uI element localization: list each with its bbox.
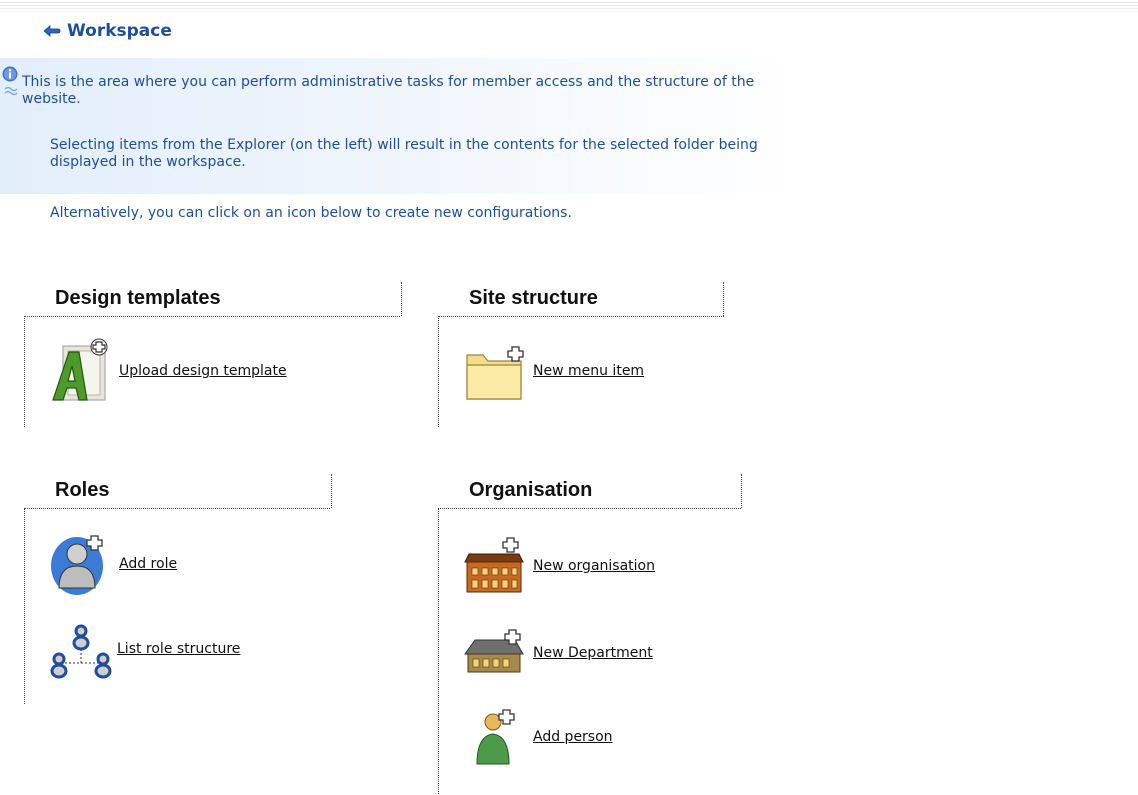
top-divider-lines <box>0 0 1138 14</box>
section-title: Roles <box>55 479 110 501</box>
add-person-action[interactable]: Add person <box>463 705 613 769</box>
info-paragraph-2: Selecting items from the Explorer (on th… <box>50 137 758 170</box>
workspace-header: Workspace <box>43 20 172 42</box>
collapse-wave-icon[interactable] <box>4 86 18 96</box>
list-role-structure-link[interactable]: List role structure <box>117 641 240 657</box>
organisation-building-icon <box>464 537 524 593</box>
info-paragraph-1: This is the area where you can perform a… <box>22 74 755 107</box>
design-template-icon <box>52 338 108 401</box>
organisation-section: Organisation New organisation New Depart… <box>438 474 742 794</box>
design-templates-header: Design templates <box>55 282 402 316</box>
add-role-icon <box>51 535 103 595</box>
roles-header: Roles <box>55 474 332 508</box>
roles-section: Roles Add role List role structure <box>24 474 332 704</box>
add-person-icon <box>476 709 515 765</box>
upload-design-template-action[interactable]: Upload design template <box>49 338 287 403</box>
role-structure-icon <box>50 624 112 679</box>
add-role-action[interactable]: Add role <box>49 532 177 596</box>
back-arrow-icon[interactable] <box>43 23 61 39</box>
department-building-icon <box>464 629 524 673</box>
new-organisation-action[interactable]: New organisation <box>463 534 655 598</box>
info-paragraph-3: Alternatively, you can click on an icon … <box>50 205 572 221</box>
list-role-structure-action[interactable]: List role structure <box>47 617 240 681</box>
page-title: Workspace <box>67 21 172 41</box>
info-icon <box>2 66 18 82</box>
new-organisation-link[interactable]: New organisation <box>533 558 655 574</box>
site-structure-section: Site structure New menu item <box>438 282 724 427</box>
design-templates-section: Design templates Upload design template <box>24 282 402 427</box>
folder-add-icon <box>466 346 524 400</box>
add-person-link[interactable]: Add person <box>533 729 613 745</box>
section-title: Organisation <box>469 479 593 501</box>
new-department-action[interactable]: New Department <box>463 621 653 685</box>
section-title: Design templates <box>55 287 221 309</box>
new-department-link[interactable]: New Department <box>533 645 653 661</box>
section-title: Site structure <box>469 287 598 309</box>
add-role-link[interactable]: Add role <box>119 556 177 572</box>
new-menu-item-link[interactable]: New menu item <box>533 363 644 379</box>
new-menu-item-action[interactable]: New menu item <box>463 339 644 403</box>
site-structure-header: Site structure <box>469 282 724 316</box>
organisation-header: Organisation <box>469 474 742 508</box>
upload-design-template-link[interactable]: Upload design template <box>119 363 287 379</box>
